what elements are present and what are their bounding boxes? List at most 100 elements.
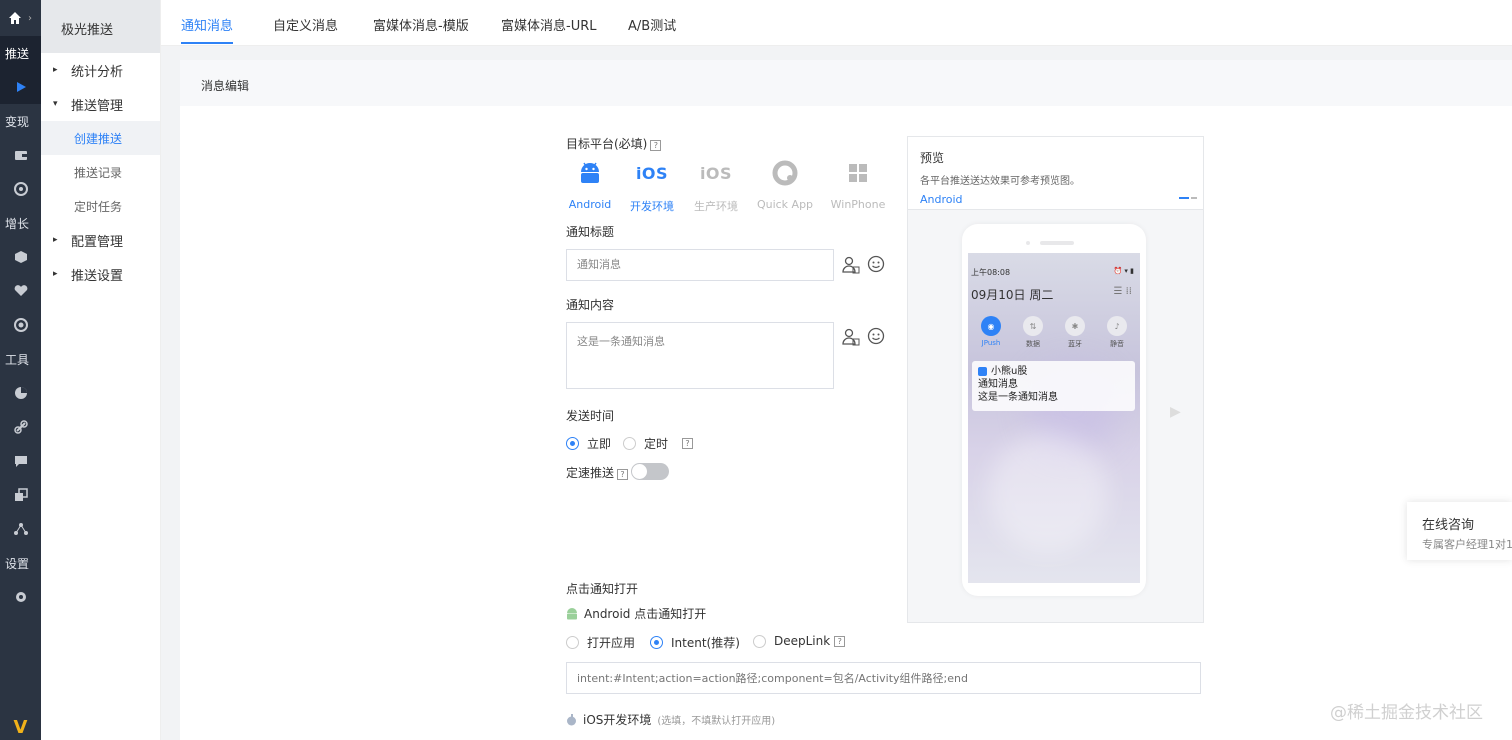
tab-custom-message[interactable]: 自定义消息 <box>273 15 338 34</box>
platform-ios-dev[interactable]: iOS 开发环境 <box>617 160 687 214</box>
quick-setting-label: 静音 <box>1110 340 1124 348</box>
title-label: 通知标题 <box>566 225 615 239</box>
carousel-indicator[interactable] <box>1191 197 1197 199</box>
sidebar-group-label: 配置管理 <box>71 234 124 250</box>
help-icon[interactable]: ? <box>617 469 629 480</box>
watermark: @稀土掘金技术社区 <box>1330 703 1483 723</box>
top-tabs: 通知消息 自定义消息 富媒体消息-模版 富媒体消息-URL A/B测试 <box>161 0 1512 46</box>
tickets-icon[interactable] <box>0 478 41 512</box>
sidebar-group-push-settings[interactable]: ▸ 推送设置 <box>41 257 160 291</box>
target-icon[interactable] <box>0 172 41 206</box>
platform-quickapp[interactable]: Quick App <box>750 160 820 211</box>
platform-name: Quick App <box>756 198 814 211</box>
preview-title: 预览 <box>920 151 945 165</box>
intent-radio[interactable]: Intent(推荐) <box>650 634 740 651</box>
help-icon[interactable]: ? <box>834 635 846 647</box>
consult-title: 在线咨询 <box>1422 518 1475 533</box>
secondary-sidebar: 极光推送 ▸ 统计分析 ▾ 推送管理 创建推送 推送记录 定时任务 ▸ 配置管理… <box>41 0 161 740</box>
notification-app: 小熊u股 <box>978 365 1129 378</box>
cube-icon[interactable] <box>0 240 41 274</box>
radio-dot <box>566 437 579 450</box>
send-time-label: 发送时间 <box>566 409 615 423</box>
platform-label-text: 目标平台(必填) <box>566 137 648 151</box>
phone-camera <box>1026 241 1030 245</box>
preview-platform-tab[interactable]: Android <box>920 193 1191 206</box>
rail-section-growth[interactable]: 增长 <box>0 206 41 240</box>
help-icon[interactable]: ? <box>650 140 662 151</box>
user-variable-icon[interactable] <box>842 328 860 346</box>
notification-card: 小熊u股 通知消息 这是一条通知消息 <box>972 361 1135 411</box>
rail-section-tools[interactable]: 工具 <box>0 342 41 376</box>
online-consult-widget[interactable]: 在线咨询 专属客户经理1对1 <box>1407 502 1512 560</box>
gear-icon[interactable] <box>0 580 41 614</box>
tab-ab-test[interactable]: A/B测试 <box>628 15 676 34</box>
platform-label: 目标平台(必填)? <box>566 135 662 152</box>
platform-ios-prod[interactable]: iOS 生产环境 <box>681 160 751 214</box>
sidebar-item-push-records[interactable]: 推送记录 <box>41 155 160 189</box>
rail-top: › <box>0 0 41 36</box>
send-now-radio[interactable]: 立即 <box>566 435 611 452</box>
wallet-icon[interactable] <box>0 138 41 172</box>
apple-icon <box>567 713 576 725</box>
emoji-icon[interactable] <box>867 255 885 273</box>
sidebar-group-stats[interactable]: ▸ 统计分析 <box>41 53 160 87</box>
active-tab-underline <box>181 42 233 44</box>
sidebar-group-label: 推送管理 <box>71 98 124 114</box>
quick-setting-data: ⇅ 数据 <box>1013 316 1053 349</box>
consult-subtitle: 专属客户经理1对1 <box>1422 538 1512 551</box>
tab-rich-url[interactable]: 富媒体消息-URL <box>501 15 596 34</box>
carousel-indicator-active[interactable] <box>1179 197 1189 199</box>
sidebar-title: 极光推送 <box>41 0 160 53</box>
sidebar-item-scheduled-tasks[interactable]: 定时任务 <box>41 189 160 223</box>
caret-down-icon: ▾ <box>53 99 58 109</box>
open-app-radio[interactable]: 打开应用 <box>566 634 635 651</box>
link-icon[interactable] <box>0 410 41 444</box>
title-input[interactable]: 通知消息 <box>566 249 834 281</box>
radio-dot <box>650 636 663 649</box>
intent-input[interactable] <box>566 662 1201 694</box>
pie-chart-icon[interactable] <box>0 376 41 410</box>
ios-dev-text: iOS开发环境 <box>583 713 652 727</box>
icon-rail: › 推送 变现 增长 工具 设置 V <box>0 0 41 740</box>
speed-push-toggle[interactable] <box>631 463 669 480</box>
emoji-icon[interactable] <box>867 327 885 345</box>
app-icon <box>978 367 987 376</box>
platform-winphone[interactable]: WinPhone <box>823 160 893 211</box>
chevron-right-icon[interactable]: › <box>28 13 32 24</box>
preview-header: 预览 各平台推送送达效果可参考预览图。 Android <box>908 137 1203 210</box>
platform-android[interactable]: Android <box>555 160 625 211</box>
content-textarea[interactable]: 这是一条通知消息 <box>566 322 834 389</box>
home-icon[interactable] <box>8 11 22 25</box>
quick-setting-jpush: ◉ JPush <box>971 316 1011 347</box>
caret-right-icon: ▸ <box>53 65 58 75</box>
status-time: 上午08:08 <box>971 268 1011 277</box>
play-icon[interactable] <box>0 70 41 104</box>
sidebar-group-label: 统计分析 <box>71 64 124 80</box>
radio-dot <box>753 634 766 648</box>
radio-label: Intent(推荐) <box>671 636 740 650</box>
notification-title: 通知消息 <box>978 379 1018 390</box>
rail-section-settings[interactable]: 设置 <box>0 546 41 580</box>
phone-screen: 上午08:08 ⏰ ▾ ▮ 09月10日 周二 ☰ ⁞⁞ ◉ JPush ⇅ 数… <box>968 253 1140 583</box>
settings-circle-icon[interactable] <box>0 308 41 342</box>
sidebar-group-config[interactable]: ▸ 配置管理 <box>41 223 160 257</box>
rail-section-push[interactable]: 推送 <box>0 36 41 70</box>
send-scheduled-radio[interactable]: 定时 ? <box>623 435 694 452</box>
preview-next-arrow-icon[interactable]: ▶ <box>1170 404 1181 420</box>
sidebar-group-push-management[interactable]: ▾ 推送管理 <box>41 87 160 121</box>
android-small-icon <box>567 608 577 620</box>
tab-notification[interactable]: 通知消息 <box>181 15 233 34</box>
rail-section-monetize[interactable]: 变现 <box>0 104 41 138</box>
heartbeat-icon[interactable] <box>0 274 41 308</box>
tab-rich-template[interactable]: 富媒体消息-模版 <box>373 15 469 34</box>
content-label: 通知内容 <box>566 298 615 312</box>
help-icon[interactable]: ? <box>682 438 694 449</box>
message-icon[interactable] <box>0 444 41 478</box>
user-variable-icon[interactable] <box>842 256 860 274</box>
network-icon[interactable] <box>0 512 41 546</box>
sidebar-item-create-push[interactable]: 创建推送 <box>41 121 160 155</box>
wifi-icon: ◉ <box>981 316 1001 336</box>
deeplink-radio[interactable]: DeepLink ? <box>753 634 846 648</box>
notification-body: 这是一条通知消息 <box>978 392 1058 403</box>
caret-right-icon: ▸ <box>53 235 58 245</box>
